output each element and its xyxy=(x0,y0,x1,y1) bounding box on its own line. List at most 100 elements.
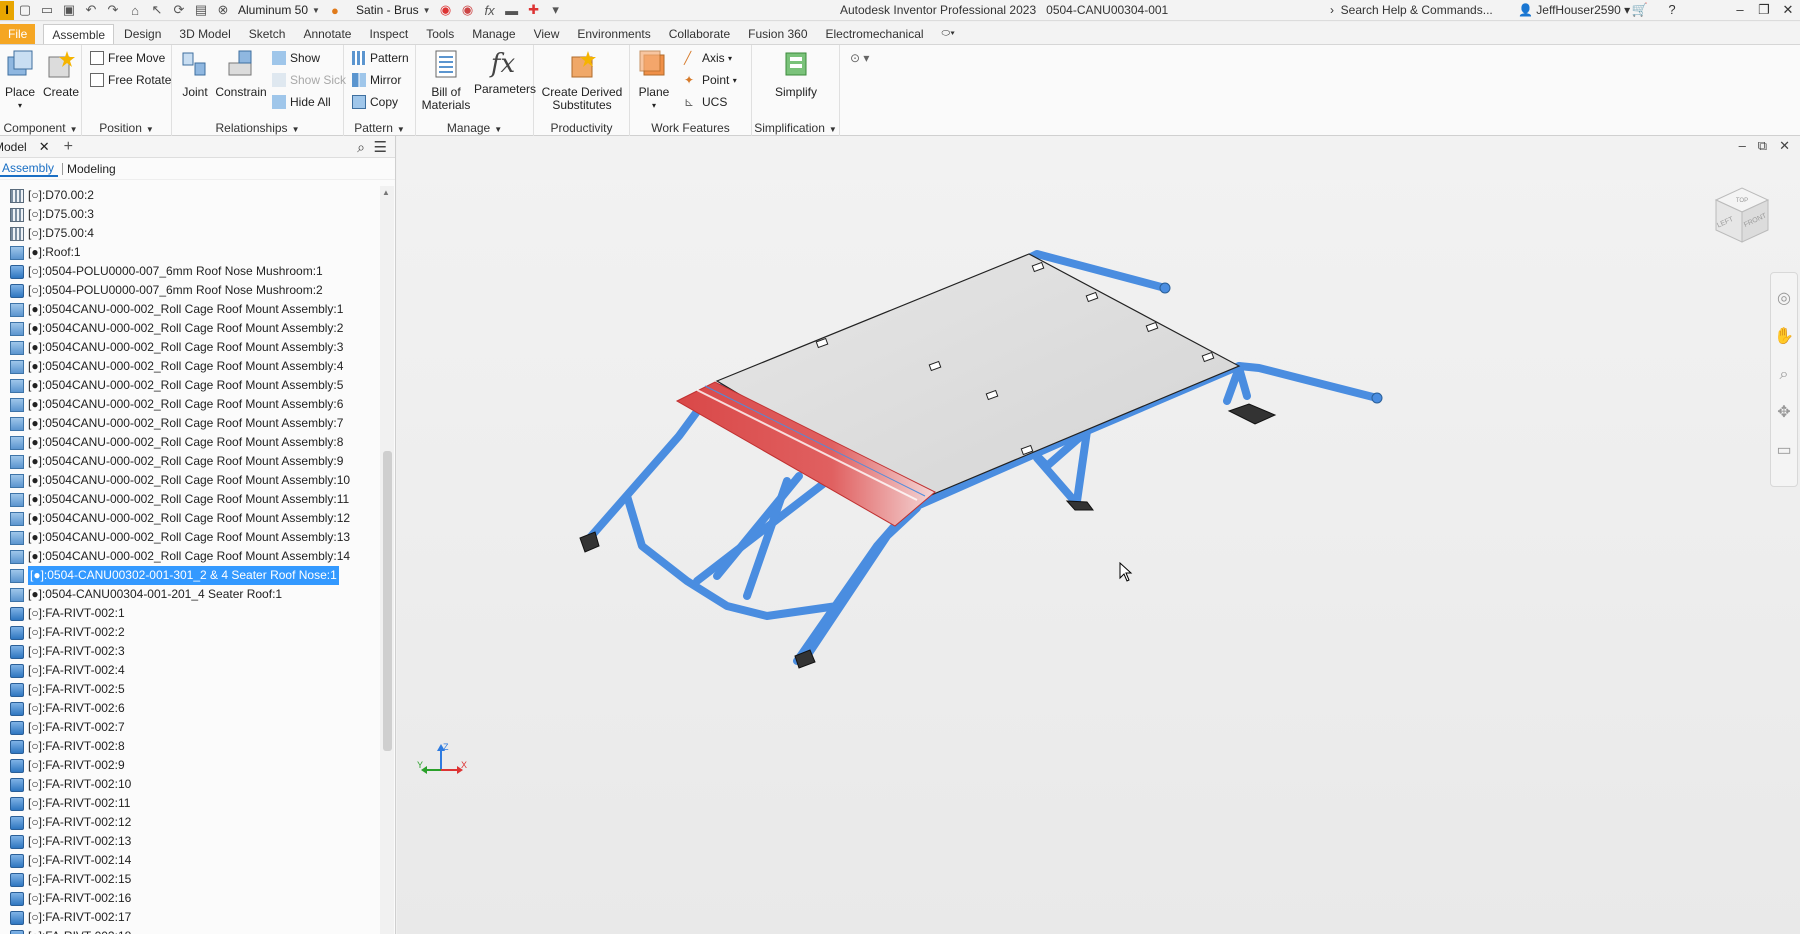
tab-tools[interactable]: Tools xyxy=(418,24,462,44)
panel-label-component[interactable]: Component ▼ xyxy=(0,121,81,135)
save-icon[interactable]: ▣ xyxy=(60,1,78,19)
tree-node[interactable]: [○]:D75.00:3 xyxy=(0,205,380,224)
pattern-button[interactable]: Pattern xyxy=(352,51,409,65)
create-derived-substitutes-button[interactable]: Create Derived Substitutes xyxy=(536,49,628,112)
joint-button[interactable]: Joint xyxy=(178,49,212,99)
tree-node[interactable]: [○]:FA-RIVT-002:13 xyxy=(0,832,380,851)
tree-node[interactable]: [●]:0504-CANU00302-001-301_2 & 4 Seater … xyxy=(0,566,380,585)
tree-node[interactable]: [○]:FA-RIVT-002:3 xyxy=(0,642,380,661)
tree-node[interactable]: [●]:0504-CANU00304-001-201_4 Seater Roof… xyxy=(0,585,380,604)
menu-icon[interactable]: ☰ xyxy=(374,138,387,156)
tree-node[interactable]: [●]:0504CANU-000-002_Roll Cage Roof Moun… xyxy=(0,471,380,490)
tree-node[interactable]: [●]:0504CANU-000-002_Roll Cage Roof Moun… xyxy=(0,433,380,452)
tree-node[interactable]: [○]:FA-RIVT-002:12 xyxy=(0,813,380,832)
place-button[interactable]: Place ▾ xyxy=(2,49,38,112)
steering-wheel-icon[interactable]: ◎ xyxy=(1772,287,1796,311)
tree-node[interactable]: [●]:0504CANU-000-002_Roll Cage Roof Moun… xyxy=(0,490,380,509)
viewcube[interactable]: TOP LEFT FRONT xyxy=(1706,178,1778,250)
tree-node[interactable]: [●]:Roof:1 xyxy=(0,243,380,262)
tab-collaborate[interactable]: Collaborate xyxy=(661,24,738,44)
tree-node[interactable]: [○]:FA-RIVT-002:15 xyxy=(0,870,380,889)
scrollbar-thumb[interactable] xyxy=(383,451,392,751)
tree-node[interactable]: [●]:0504CANU-000-002_Roll Cage Roof Moun… xyxy=(0,319,380,338)
tab-fusion-360[interactable]: Fusion 360 xyxy=(740,24,815,44)
free-rotate-button[interactable]: Free Rotate xyxy=(90,73,171,87)
tree-node[interactable]: [○]:FA-RIVT-002:14 xyxy=(0,851,380,870)
home-icon[interactable]: ⌂ xyxy=(126,1,144,19)
close-icon[interactable]: ✕ xyxy=(1778,2,1798,18)
minimize-icon[interactable]: – xyxy=(1730,2,1750,17)
tree-node[interactable]: [●]:0504CANU-000-002_Roll Cage Roof Moun… xyxy=(0,300,380,319)
roll-cage-model[interactable] xyxy=(397,136,1800,934)
pan-icon[interactable]: ✋ xyxy=(1772,325,1796,349)
select-icon[interactable]: ↖ xyxy=(148,1,166,19)
tree-node[interactable]: [○]:FA-RIVT-002:11 xyxy=(0,794,380,813)
tree-node[interactable]: [○]:FA-RIVT-002:4 xyxy=(0,661,380,680)
help-icon[interactable]: ? xyxy=(1662,2,1682,17)
tab-design[interactable]: Design xyxy=(116,24,169,44)
panel-label-pattern[interactable]: Pattern ▼ xyxy=(344,121,415,135)
plane-button[interactable]: Plane ▾ xyxy=(634,49,674,112)
axis-button[interactable]: ╱ Axis ▾ xyxy=(684,51,732,65)
tree-node[interactable]: [●]:0504CANU-000-002_Roll Cage Roof Moun… xyxy=(0,338,380,357)
tree-node[interactable]: [●]:0504CANU-000-002_Roll Cage Roof Moun… xyxy=(0,528,380,547)
tree-node[interactable]: [●]:0504CANU-000-002_Roll Cage Roof Moun… xyxy=(0,547,380,566)
constrain-button[interactable]: Constrain xyxy=(214,49,268,99)
show-button[interactable]: Show xyxy=(272,51,320,65)
tree-node[interactable]: [○]:0504-POLU0000-007_6mm Roof Nose Mush… xyxy=(0,281,380,300)
panel-label-position[interactable]: Position ▼ xyxy=(82,121,171,135)
tab-3d-model[interactable]: 3D Model xyxy=(171,24,238,44)
measure-icon[interactable]: ▤ xyxy=(192,1,210,19)
add-icon[interactable]: ✚ xyxy=(525,1,543,19)
clear-override-icon[interactable]: ◉ xyxy=(459,1,477,19)
update-icon[interactable]: ⟳ xyxy=(170,1,188,19)
copy-button[interactable]: Copy xyxy=(352,95,398,109)
mode-assembly[interactable]: Assembly xyxy=(0,161,59,177)
tree-node[interactable]: [●]:0504CANU-000-002_Roll Cage Roof Moun… xyxy=(0,376,380,395)
tree-node[interactable]: [●]:0504CANU-000-002_Roll Cage Roof Moun… xyxy=(0,414,380,433)
zoom-icon[interactable]: ⌕ xyxy=(1772,363,1796,387)
tab-assemble[interactable]: Assemble xyxy=(43,24,115,44)
browser-tab-model[interactable]: Model xyxy=(0,140,27,154)
orbit-icon[interactable]: ✥ xyxy=(1772,401,1796,425)
tree-node[interactable]: [○]:FA-RIVT-002:18 xyxy=(0,927,380,934)
tab-view[interactable]: View xyxy=(526,24,568,44)
show-sick-button[interactable]: Show Sick xyxy=(272,73,346,87)
tree-node[interactable]: [●]:0504CANU-000-002_Roll Cage Roof Moun… xyxy=(0,509,380,528)
tree-scrollbar[interactable]: ▲ xyxy=(380,186,394,934)
redo-icon[interactable]: ↷ xyxy=(104,1,122,19)
customize-icon[interactable]: ▾ xyxy=(547,1,565,19)
new-file-icon[interactable]: ▢ xyxy=(16,1,34,19)
tab-file[interactable]: File xyxy=(0,24,36,44)
tree-node[interactable]: [○]:FA-RIVT-002:2 xyxy=(0,623,380,642)
tab-inspect[interactable]: Inspect xyxy=(361,24,416,44)
ribbon-options-icon[interactable]: ⬭▾ xyxy=(934,24,963,44)
add-browser-icon[interactable]: + xyxy=(64,138,73,156)
tab-manage[interactable]: Manage xyxy=(464,24,523,44)
tab-environments[interactable]: Environments xyxy=(569,24,658,44)
ribbon-extra-dropdown[interactable]: ⊙ ▾ xyxy=(850,51,869,65)
mode-modeling[interactable]: Modeling xyxy=(67,162,116,176)
color-override-icon[interactable]: ◉ xyxy=(437,1,455,19)
help-search[interactable]: › Search Help & Commands... xyxy=(1330,3,1493,17)
user-account[interactable]: 👤 JeffHouser2590 ▾ xyxy=(1518,3,1630,17)
tree-node[interactable]: [○]:FA-RIVT-002:7 xyxy=(0,718,380,737)
tree-node[interactable]: [●]:0504CANU-000-002_Roll Cage Roof Moun… xyxy=(0,357,380,376)
tree-node[interactable]: [○]:FA-RIVT-002:9 xyxy=(0,756,380,775)
free-move-button[interactable]: Free Move xyxy=(90,51,165,65)
tab-sketch[interactable]: Sketch xyxy=(241,24,294,44)
tree-node[interactable]: [○]:FA-RIVT-002:1 xyxy=(0,604,380,623)
hide-all-button[interactable]: Hide All xyxy=(272,95,331,109)
tree-node[interactable]: [○]:FA-RIVT-002:17 xyxy=(0,908,380,927)
undo-icon[interactable]: ↶ xyxy=(82,1,100,19)
tree-node[interactable]: [○]:0504-POLU0000-007_6mm Roof Nose Mush… xyxy=(0,262,380,281)
appearance-select[interactable]: Satin - Brus ▼ xyxy=(352,1,435,19)
tree-node[interactable]: [○]:D75.00:4 xyxy=(0,224,380,243)
ipart-icon[interactable]: ▬ xyxy=(503,1,521,19)
tree-node[interactable]: [○]:D70.00:2 xyxy=(0,186,380,205)
ucs-button[interactable]: ⊾ UCS xyxy=(684,95,727,109)
panel-label-manage[interactable]: Manage ▼ xyxy=(416,121,533,135)
simplify-button[interactable]: Simplify xyxy=(766,49,826,99)
create-button[interactable]: Create xyxy=(42,49,80,99)
bill-of-materials-button[interactable]: Bill of Materials xyxy=(420,49,472,112)
